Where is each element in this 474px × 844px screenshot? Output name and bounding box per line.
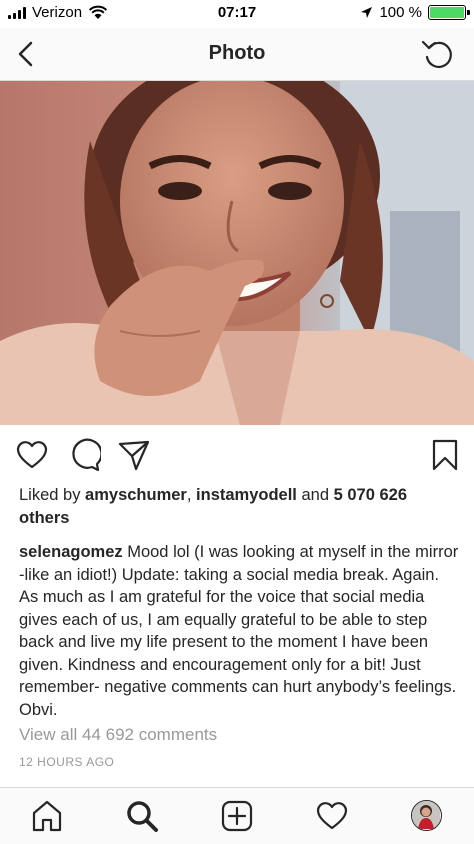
heart-icon[interactable] [15, 438, 49, 472]
page-title: Photo [208, 42, 266, 64]
post-actions [0, 425, 474, 487]
share-icon[interactable] [117, 438, 151, 472]
caption-text: Mood lol (I was looking at myself in the… [19, 543, 459, 719]
likes-separator: , [186, 486, 197, 504]
battery-percent: 100 % [379, 4, 422, 21]
view-all-comments-link[interactable]: View all 44 692 comments [19, 725, 217, 745]
liker-link[interactable]: amyschumer [85, 486, 187, 504]
battery-fill [430, 7, 464, 18]
bookmark-icon[interactable] [428, 438, 462, 472]
author-username[interactable]: selenagomez [19, 543, 123, 561]
likes-prefix: Liked by [19, 486, 86, 504]
post-photo[interactable] [0, 81, 474, 425]
battery-group: 100 % [360, 4, 470, 21]
post-timestamp: 12 HOURS AGO [19, 755, 115, 769]
home-icon[interactable] [29, 798, 65, 834]
comment-icon[interactable] [67, 438, 101, 472]
navigation-bar: Photo [0, 28, 474, 81]
refresh-icon[interactable] [420, 36, 456, 72]
add-post-icon[interactable] [219, 798, 255, 834]
likes-and: and [296, 486, 334, 504]
activity-heart-icon[interactable] [314, 798, 350, 834]
location-arrow-icon [361, 7, 373, 18]
search-icon[interactable] [124, 798, 160, 834]
likes-line: Liked by amyschumer, instamyodell and 5 … [19, 484, 459, 529]
post-photo-image [0, 81, 474, 425]
liker-link[interactable]: instamyodell [196, 486, 297, 504]
avatar-image [412, 801, 440, 829]
status-bar: Verizon 07:17 100 % [0, 0, 474, 28]
bottom-tab-bar [0, 787, 474, 844]
post-caption: selenagomez Mood lol (I was looking at m… [19, 541, 459, 721]
profile-avatar[interactable] [411, 800, 442, 831]
battery-icon [428, 5, 470, 20]
post-details: Liked by amyschumer, instamyodell and 5 … [19, 484, 459, 721]
